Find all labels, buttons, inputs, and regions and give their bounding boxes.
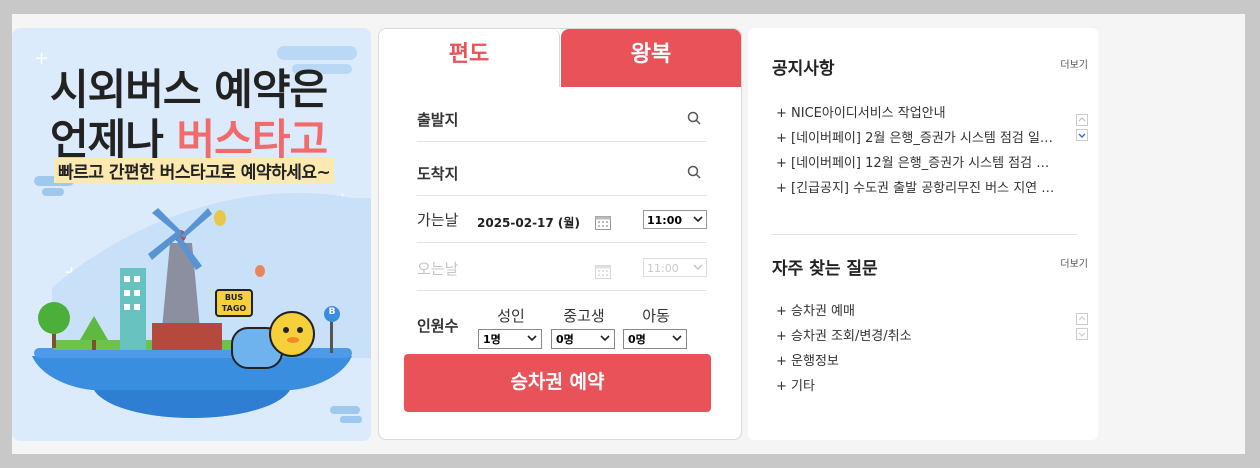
bus-stop-label: B [328, 307, 336, 317]
return-date-row: 오는날 11:00 [417, 254, 707, 291]
pax-child-select[interactable]: 0명 [623, 329, 687, 349]
notice-list: + NICE아이디서비스 작업안내 + [네이버페이] 2월 은행_증권가 시스… [776, 101, 1056, 201]
faq-scroll-up-icon[interactable] [1076, 313, 1088, 325]
departure-field[interactable]: 출발지 [417, 103, 707, 142]
passengers-label: 인원수 [417, 317, 459, 335]
faq-item[interactable]: + 승차권 예매 [776, 299, 1056, 324]
notice-item[interactable]: + [네이버페이] 12월 은행_증권가 시스템 점검 일정 안내 [776, 151, 1056, 176]
departure-search-icon[interactable] [687, 111, 701, 125]
faq-item[interactable]: + 기타 [776, 374, 1056, 399]
return-time-value: 11:00 [647, 262, 679, 275]
pax-student-select[interactable]: 0명 [551, 329, 615, 349]
promo-banner[interactable]: + + + [12, 28, 371, 441]
depart-calendar-icon[interactable] [595, 215, 611, 230]
faq-scroll [1076, 313, 1088, 343]
depart-date-value[interactable]: 2025-02-17 (월) [477, 214, 580, 231]
pax-child: 아동 0명 [623, 305, 689, 349]
notice-item[interactable]: + NICE아이디서비스 작업안내 [776, 101, 1056, 126]
notice-item[interactable]: + [네이버페이] 2월 은행_증권가 시스템 점검 일정 안내 [776, 126, 1056, 151]
chevron-down-icon [600, 335, 610, 342]
chevron-down-icon [672, 335, 682, 342]
return-calendar-icon[interactable] [595, 264, 611, 279]
pax-adult-label: 성인 [497, 307, 525, 325]
tab-roundtrip[interactable]: 왕복 [561, 29, 741, 87]
arrival-label: 도착지 [417, 165, 459, 183]
notice-scroll-down-icon[interactable] [1076, 129, 1088, 141]
pax-student: 중고생 0명 [551, 305, 617, 349]
notice-item[interactable]: + [긴급공지] 수도권 출발 공항리무진 버스 지연 안내 [776, 176, 1056, 201]
bus-sign-text: BUS TAGO [218, 292, 250, 314]
notice-more-link[interactable]: 더보기 [1060, 56, 1088, 71]
banner-subtitle: 빠르고 간편한 버스타고로 예약하세요~ [54, 158, 335, 183]
book-ticket-button[interactable]: 승차권 예약 [404, 354, 711, 412]
pax-child-label: 아동 [642, 307, 670, 325]
pax-student-value: 0명 [556, 333, 574, 346]
bus-sign-line2: TAGO [221, 304, 247, 313]
arrival-search-icon[interactable] [687, 165, 701, 179]
faq-item[interactable]: + 승차권 조회/변경/취소 [776, 324, 1056, 349]
pax-adult-select[interactable]: 1명 [478, 329, 542, 349]
banner-title-highlight: 버스타고 [176, 115, 329, 164]
notice-panel: 공지사항 더보기 + NICE아이디서비스 작업안내 + [네이버페이] 2월 … [748, 28, 1098, 440]
depart-date-row: 가는날 2025-02-17 (월) 11:00 [417, 205, 707, 243]
bus-sign-line1: BUS [224, 293, 244, 302]
depart-time-value: 11:00 [647, 214, 683, 227]
chevron-down-icon [693, 264, 703, 271]
faq-list: + 승차권 예매 + 승차권 조회/변경/취소 + 운행정보 + 기타 [776, 299, 1056, 399]
pax-student-label: 중고생 [563, 307, 605, 325]
faq-more-link[interactable]: 더보기 [1060, 255, 1088, 270]
booking-panel: 편도 왕복 출발지 도착지 가는날 2025-02-17 (월) 11:00 오… [378, 28, 742, 440]
pax-adult: 성인 1명 [478, 305, 544, 349]
notice-scroll-up-icon[interactable] [1076, 114, 1088, 126]
pax-adult-value: 1명 [483, 333, 501, 346]
arrival-field[interactable]: 도착지 [417, 157, 707, 196]
chevron-down-icon [693, 216, 703, 223]
faq-item[interactable]: + 운행정보 [776, 349, 1056, 374]
passengers-row: 인원수 성인 1명 중고생 0명 아동 0명 [417, 305, 717, 351]
section-divider [772, 234, 1077, 235]
return-time-select[interactable]: 11:00 [643, 258, 707, 277]
depart-date-label: 가는날 [417, 211, 459, 229]
pax-child-value: 0명 [628, 333, 646, 346]
departure-label: 출발지 [417, 111, 459, 129]
banner-title-prefix: 언제나 [50, 115, 177, 164]
svg-text:+: + [34, 48, 49, 69]
notice-scroll [1076, 114, 1088, 144]
tab-oneway[interactable]: 편도 [379, 29, 560, 87]
depart-time-select[interactable]: 11:00 [643, 210, 707, 229]
faq-scroll-down-icon[interactable] [1076, 328, 1088, 340]
faq-title: 자주 찾는 질문 [772, 259, 878, 279]
return-date-label: 오는날 [417, 260, 459, 278]
notice-title: 공지사항 [772, 59, 835, 79]
chevron-down-icon [527, 335, 537, 342]
